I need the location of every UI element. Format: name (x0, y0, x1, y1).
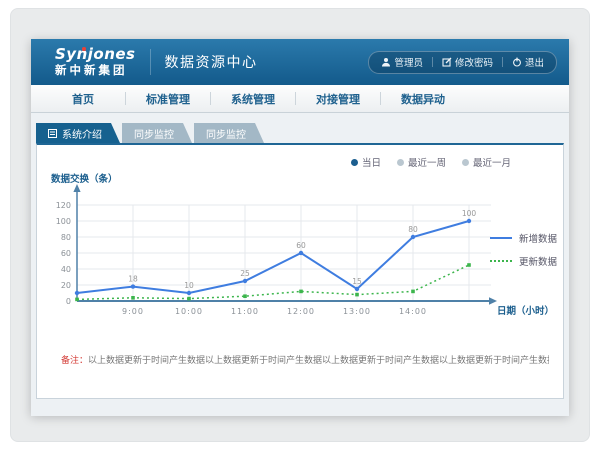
edit-icon (442, 57, 452, 67)
legend-label: 新增数据 (519, 231, 557, 245)
browser-frame: Synjones 新中新集团 数据资源中心 管理员 修改密 (10, 8, 590, 442)
header-divider (150, 49, 151, 75)
content-area: 系统介绍 同步监控 同步监控 当日 最近一周 (31, 113, 569, 416)
power-icon (512, 57, 522, 67)
radio-label: 当日 (362, 155, 381, 169)
radio-last-month[interactable]: 最近一月 (462, 155, 511, 169)
svg-text:60: 60 (61, 249, 71, 258)
svg-text:13:00: 13:00 (343, 307, 371, 316)
svg-text:120: 120 (56, 201, 71, 210)
nav-item-system-mgmt[interactable]: 系统管理 (211, 85, 295, 112)
svg-text:数据交换（条）: 数据交换（条） (50, 173, 118, 185)
svg-text:14:00: 14:00 (399, 307, 427, 316)
svg-text:11:00: 11:00 (231, 307, 259, 316)
app-page: Synjones 新中新集团 数据资源中心 管理员 修改密 (31, 39, 569, 415)
tab-label: 同步监控 (206, 126, 246, 141)
tab-bar: 系统介绍 同步监控 同步监控 (36, 123, 564, 143)
chart-legend: 新增数据 更新数据 (490, 231, 557, 277)
change-password-button[interactable]: 修改密码 (442, 55, 493, 69)
pill-divider (502, 57, 503, 67)
dotted-line-swatch-icon (490, 260, 512, 262)
tab-system-intro[interactable]: 系统介绍 (36, 123, 120, 143)
logo-text: Synjones (55, 47, 136, 62)
svg-text:25: 25 (240, 269, 250, 278)
nav-item-data-change[interactable]: 数据异动 (381, 85, 465, 112)
footnote-text: 以上数据更新于时间产生数据以上数据更新于时间产生数据以上数据更新于时间产生数据以… (88, 356, 549, 366)
svg-text:9:00: 9:00 (122, 307, 144, 316)
nav-item-home[interactable]: 首页 (41, 85, 125, 112)
pill-divider (432, 57, 433, 67)
footnote-prefix: 备注： (61, 356, 88, 366)
svg-text:40: 40 (61, 265, 71, 274)
logo-accent-dot (82, 47, 86, 51)
logo[interactable]: Synjones 新中新集团 (55, 47, 136, 77)
svg-text:10: 10 (184, 281, 194, 290)
svg-text:10:00: 10:00 (175, 307, 203, 316)
radio-label: 最近一周 (408, 155, 446, 169)
svg-text:60: 60 (296, 241, 306, 250)
svg-text:100: 100 (56, 217, 71, 226)
user-menu: 管理员 修改密码 退出 (368, 51, 557, 74)
app-header: Synjones 新中新集团 数据资源中心 管理员 修改密 (31, 39, 569, 85)
svg-text:0: 0 (66, 297, 71, 306)
logout-button[interactable]: 退出 (512, 55, 544, 69)
svg-text:15: 15 (352, 277, 362, 286)
svg-text:80: 80 (408, 225, 418, 234)
page-title: 数据资源中心 (165, 52, 258, 72)
user-button[interactable]: 管理员 (381, 55, 423, 69)
svg-text:日期（小时）: 日期（小时） (497, 305, 554, 317)
legend-item-new-data: 新增数据 (490, 231, 557, 245)
user-icon (381, 57, 391, 67)
chart-area: 0 20 40 60 80 100 120 9:00 10:00 11:00 12:00 13:00 1… (47, 171, 567, 327)
svg-text:20: 20 (61, 281, 71, 290)
svg-text:100: 100 (462, 209, 477, 218)
tab-sync-monitor-2[interactable]: 同步监控 (194, 123, 264, 143)
radio-dot-icon (462, 159, 469, 166)
logout-label: 退出 (525, 55, 544, 69)
legend-item-updated-data: 更新数据 (490, 254, 557, 268)
nav-item-standard-mgmt[interactable]: 标准管理 (126, 85, 210, 112)
legend-label: 更新数据 (519, 254, 557, 268)
radio-last-week[interactable]: 最近一周 (397, 155, 446, 169)
change-password-label: 修改密码 (455, 55, 493, 69)
chart-panel: 当日 最近一周 最近一月 0 20 40 60 80 100 120 9:00 10:00 11:… (36, 143, 564, 399)
main-nav: 首页 标准管理 系统管理 对接管理 数据异动 (31, 85, 569, 113)
radio-today[interactable]: 当日 (351, 155, 381, 169)
nav-item-interface-mgmt[interactable]: 对接管理 (296, 85, 380, 112)
logo-subtext: 新中新集团 (55, 65, 136, 77)
radio-dot-icon (397, 159, 404, 166)
tab-sync-monitor-1[interactable]: 同步监控 (122, 123, 192, 143)
document-icon (48, 129, 57, 138)
radio-label: 最近一月 (473, 155, 511, 169)
footnote: 备注：以上数据更新于时间产生数据以上数据更新于时间产生数据以上数据更新于时间产生… (61, 353, 549, 366)
time-range-filter: 当日 最近一周 最近一月 (351, 155, 511, 169)
tab-label: 同步监控 (134, 126, 174, 141)
svg-text:80: 80 (61, 233, 71, 242)
svg-text:12:00: 12:00 (287, 307, 315, 316)
svg-text:18: 18 (128, 275, 138, 284)
user-label: 管理员 (394, 55, 423, 69)
radio-dot-icon (351, 159, 358, 166)
tab-label: 系统介绍 (62, 126, 102, 141)
solid-line-swatch-icon (490, 237, 512, 239)
